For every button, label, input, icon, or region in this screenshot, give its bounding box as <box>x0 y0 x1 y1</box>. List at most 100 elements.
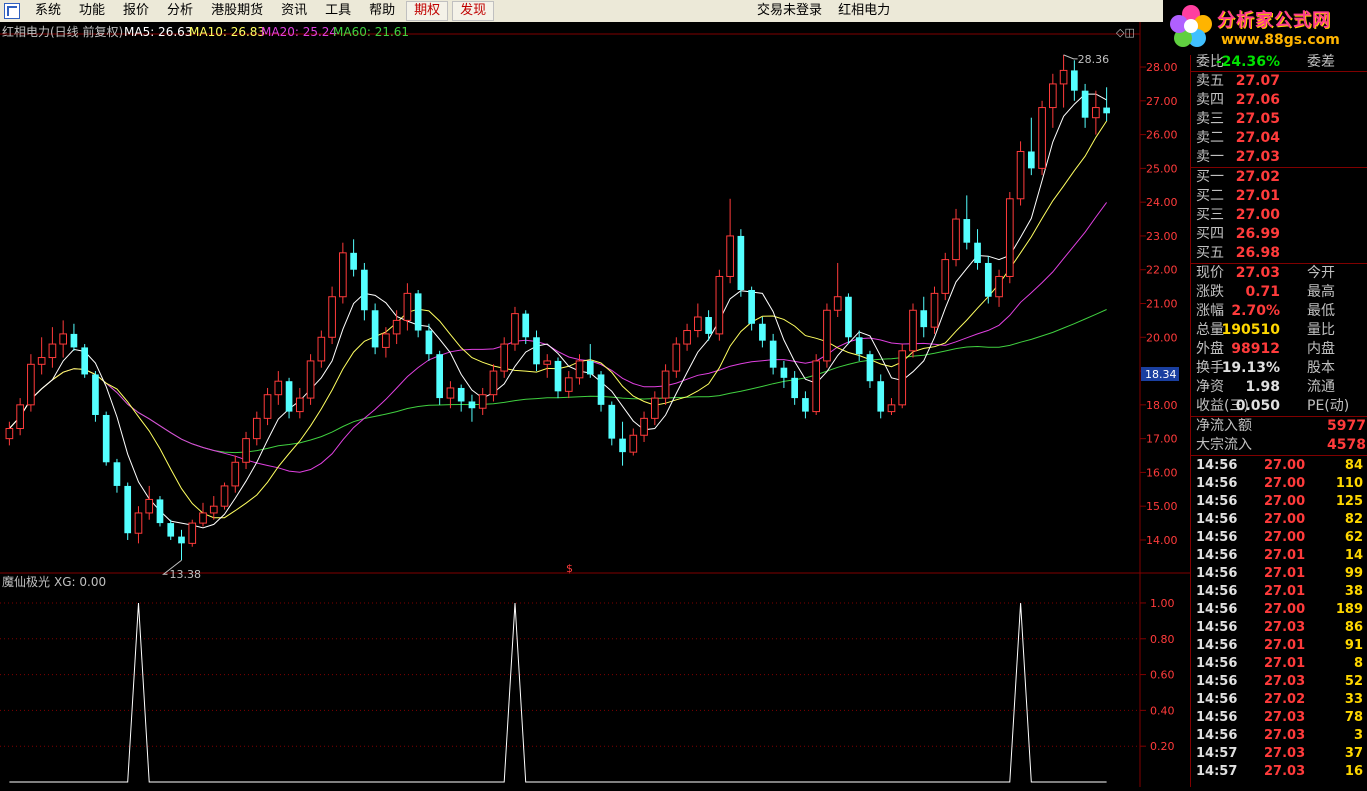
tick-row[interactable]: 14:56 27.03 78 <box>1191 709 1367 727</box>
bid-row[interactable]: 买四 26.99 <box>1191 225 1367 243</box>
tick-price: 27.01 <box>1264 638 1306 653</box>
candle-body-down <box>554 360 562 392</box>
menu-help[interactable]: 帮助 <box>360 0 404 22</box>
candle <box>81 344 89 378</box>
candle-body-down <box>984 262 992 297</box>
candle <box>436 350 444 405</box>
tick-row[interactable]: 14:56 27.01 91 <box>1191 637 1367 655</box>
candle-body-up <box>328 296 336 338</box>
menu-news[interactable]: 资讯 <box>272 0 316 22</box>
ask-label: 卖一 <box>1196 149 1224 165</box>
candle <box>941 252 950 301</box>
menu-function[interactable]: 功能 <box>70 0 114 22</box>
tick-row[interactable]: 14:56 27.01 14 <box>1191 547 1367 565</box>
tick-row[interactable]: 14:56 27.03 86 <box>1191 619 1367 637</box>
ask-row[interactable]: 卖二 27.04 <box>1191 129 1367 147</box>
candle <box>898 344 907 409</box>
stat-row[interactable]: 外盘 98912 内盘 <box>1191 340 1367 358</box>
candle-body-down <box>619 438 626 453</box>
ask-row[interactable]: 卖三 27.05 <box>1191 110 1367 128</box>
tick-row[interactable]: 14:56 27.01 38 <box>1191 583 1367 601</box>
kline-chart[interactable]: 红相电力(日线 前复权) MA5: 26.63 MA10: 26.83 MA20… <box>0 22 1190 787</box>
stat-row[interactable]: 总量 190510 量比 <box>1191 321 1367 339</box>
tick-time: 14:56 <box>1196 620 1238 635</box>
bid-row[interactable]: 买三 27.00 <box>1191 206 1367 224</box>
flow-row[interactable]: 净流入额 5977 <box>1191 417 1367 435</box>
stat-row[interactable]: 涨幅 2.70% 最低 <box>1191 302 1367 320</box>
tick-row[interactable]: 14:56 27.00 189 <box>1191 601 1367 619</box>
bid-row[interactable]: 买五 26.98 <box>1191 244 1367 262</box>
ask-label: 卖二 <box>1196 130 1224 146</box>
candle-body-up <box>661 370 670 399</box>
candle-body-up <box>145 498 154 514</box>
tick-volume: 38 <box>1344 584 1363 599</box>
stat-row[interactable]: 收益(三) 0.050 PE(动) <box>1191 397 1367 415</box>
bid-label: 买四 <box>1196 226 1224 242</box>
tick-time: 14:56 <box>1196 710 1238 725</box>
candle-body-up <box>188 522 197 544</box>
menu-hk-futures[interactable]: 港股期货 <box>202 0 272 22</box>
candle-body-up <box>134 512 143 534</box>
tick-volume: 62 <box>1344 530 1363 545</box>
stat-row[interactable]: 现价 27.03 今开 <box>1191 264 1367 282</box>
menu-options[interactable]: 期权 <box>406 1 449 21</box>
tick-time: 14:56 <box>1196 728 1238 743</box>
order-ratio-row[interactable]: 委比 -24.36% 委差 <box>1191 53 1367 71</box>
candle <box>984 256 992 304</box>
stat-row[interactable]: 换手 19.13% 股本 <box>1191 359 1367 377</box>
tick-row[interactable]: 14:56 27.03 3 <box>1191 727 1367 745</box>
tick-row[interactable]: 14:56 27.00 84 <box>1191 457 1367 475</box>
candle <box>92 371 99 422</box>
tick-row[interactable]: 14:56 27.02 33 <box>1191 691 1367 709</box>
candle <box>845 293 852 345</box>
candle <box>930 286 939 334</box>
tick-row[interactable]: 14:56 27.01 99 <box>1191 565 1367 583</box>
candle-body-up <box>252 417 261 440</box>
tick-time: 14:56 <box>1196 656 1238 671</box>
candle-body-up <box>629 434 638 453</box>
tick-row[interactable]: 14:56 27.00 125 <box>1191 493 1367 511</box>
candle-body-down <box>1103 107 1110 114</box>
tick-row[interactable]: 14:57 27.03 16 <box>1191 763 1367 781</box>
menu-quote[interactable]: 报价 <box>114 0 158 22</box>
menu-tools[interactable]: 工具 <box>316 0 360 22</box>
candle-body-down <box>586 360 594 375</box>
menu-system[interactable]: 系统 <box>26 0 70 22</box>
split-handle-icon[interactable]: $ <box>566 562 573 575</box>
tick-row[interactable]: 14:57 27.03 37 <box>1191 745 1367 763</box>
menu-discover[interactable]: 发现 <box>452 1 495 21</box>
app-logo-icon[interactable] <box>4 3 20 19</box>
tick-row[interactable]: 14:56 27.00 110 <box>1191 475 1367 493</box>
tick-row[interactable]: 14:56 27.03 52 <box>1191 673 1367 691</box>
candle-body-down <box>124 485 132 534</box>
logo-brand: 分析家公式网 <box>1217 10 1331 31</box>
bid-row[interactable]: 买一 27.02 <box>1191 168 1367 186</box>
ask-row[interactable]: 卖五 27.07 <box>1191 72 1367 90</box>
tick-row[interactable]: 14:56 27.01 8 <box>1191 655 1367 673</box>
stat-row[interactable]: 涨跌 0.71 最高 <box>1191 283 1367 301</box>
tick-price: 27.01 <box>1264 584 1306 599</box>
stat-row[interactable]: 净资 1.98 流通 <box>1191 378 1367 396</box>
menu-analysis[interactable]: 分析 <box>158 0 202 22</box>
window-toggle-icon[interactable]: ◇◫ <box>1116 26 1135 39</box>
stat-value: 0.71 <box>1245 284 1280 300</box>
tick-time: 14:56 <box>1196 476 1238 491</box>
bid-label: 买三 <box>1196 207 1224 223</box>
ask-row[interactable]: 卖一 27.03 <box>1191 148 1367 166</box>
candle-body-down <box>1071 70 1078 91</box>
bid-row[interactable]: 买二 27.01 <box>1191 187 1367 205</box>
candle-body-up <box>564 377 573 392</box>
login-status[interactable]: 交易未登录 <box>757 3 822 18</box>
flow-row[interactable]: 大宗流入 4578 <box>1191 436 1367 454</box>
tick-price: 27.03 <box>1264 746 1306 761</box>
tick-time: 14:56 <box>1196 674 1238 689</box>
tick-volume: 86 <box>1344 620 1363 635</box>
stat-value: 98912 <box>1231 341 1280 357</box>
site-logo: 分析家公式网 www.88gs.com <box>1163 0 1367 55</box>
price-axis-label: 17.00 <box>1146 433 1178 446</box>
tick-row[interactable]: 14:56 27.00 82 <box>1191 511 1367 529</box>
candle-body-up <box>683 330 691 345</box>
ma20-label: MA20: 25.24 <box>261 25 337 39</box>
tick-row[interactable]: 14:56 27.00 62 <box>1191 529 1367 547</box>
ask-row[interactable]: 卖四 27.06 <box>1191 91 1367 109</box>
